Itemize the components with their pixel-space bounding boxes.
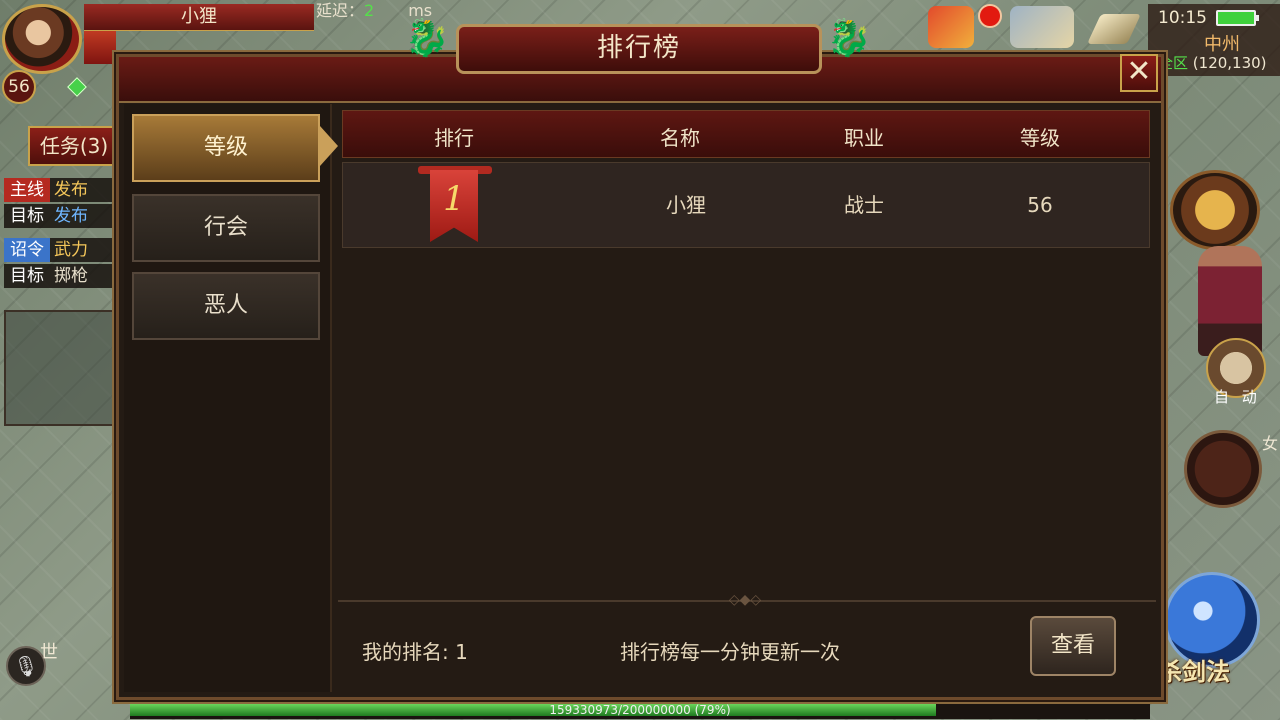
quest-tag: 诏令: [4, 238, 50, 262]
column-rank: 排行: [434, 126, 474, 150]
clock: 10:15: [1158, 8, 1207, 28]
row-name: 小狸: [666, 193, 706, 217]
notification-dot-icon: [978, 4, 1002, 28]
quest-text: 发布: [54, 180, 88, 200]
player-name: 小狸: [84, 4, 314, 31]
row-rank: 1: [443, 179, 465, 219]
player-avatar[interactable]: [2, 4, 82, 74]
exp-text: 159330973/200000000 (79%): [549, 703, 731, 717]
divider-ornament-icon: ◇◆◇: [728, 592, 762, 608]
category-menu: [124, 104, 332, 692]
treasure-chest-icon[interactable]: [1170, 170, 1260, 250]
row-class: 战士: [844, 193, 884, 217]
category-guild-button[interactable]: 行会: [132, 194, 320, 262]
column-name: 名称: [660, 126, 700, 150]
battery-level: [1218, 12, 1254, 24]
quest-row[interactable]: 诏令 武力: [4, 238, 120, 262]
quest-text: 掷枪: [54, 266, 88, 286]
close-button[interactable]: ✕: [1120, 54, 1158, 92]
dragon-ornament-icon: 🐉: [826, 18, 872, 59]
update-note: 排行榜每一分钟更新一次: [620, 640, 840, 664]
quest-text: 武力: [54, 240, 88, 260]
quest-row[interactable]: 目标 掷枪: [4, 264, 120, 288]
skill-slot[interactable]: [1184, 430, 1262, 508]
dragon-ornament-icon: 🐉: [404, 18, 450, 59]
active-category-arrow-icon: [320, 126, 338, 166]
my-rank-text: 我的排名: 1: [362, 640, 468, 664]
auto-battle-label: 自 动: [1214, 388, 1261, 406]
minimap-panel[interactable]: [4, 310, 122, 426]
player-status-strip: [84, 30, 116, 64]
side-label: 女: [1262, 434, 1279, 453]
gift-icon[interactable]: [928, 6, 974, 48]
world-chat-label[interactable]: 世: [40, 638, 58, 664]
map-coordinates: 全区 (120,130): [1158, 52, 1267, 73]
skill-label: 杀剑法: [1158, 658, 1230, 686]
column-class: 职业: [844, 126, 884, 150]
row-level: 56: [1027, 193, 1053, 217]
quest-text: 发布: [54, 206, 88, 226]
sword-icon[interactable]: [1087, 14, 1141, 44]
quest-row[interactable]: 主线 发布: [4, 178, 120, 202]
category-level-button[interactable]: 等级: [132, 114, 320, 182]
dialog-title: 排行榜: [596, 33, 681, 63]
quest-row[interactable]: 目标 发布: [4, 204, 120, 228]
quest-tag: 主线: [4, 178, 50, 202]
category-villain-button[interactable]: 恶人: [132, 272, 320, 340]
player-level-badge: 56: [2, 70, 36, 104]
quest-tab[interactable]: 任务(3): [28, 126, 120, 166]
latency-value: 2: [364, 1, 375, 20]
coordinates-value: (120,130): [1192, 54, 1267, 72]
quest-tag: 目标: [10, 266, 44, 286]
mount-icon[interactable]: [1010, 6, 1074, 48]
gem-icon: [67, 77, 87, 97]
view-button[interactable]: 查看: [1030, 616, 1116, 676]
quest-tag: 目标: [10, 206, 44, 226]
latency-label: 延迟：: [316, 1, 365, 20]
column-level: 等级: [1020, 126, 1060, 150]
